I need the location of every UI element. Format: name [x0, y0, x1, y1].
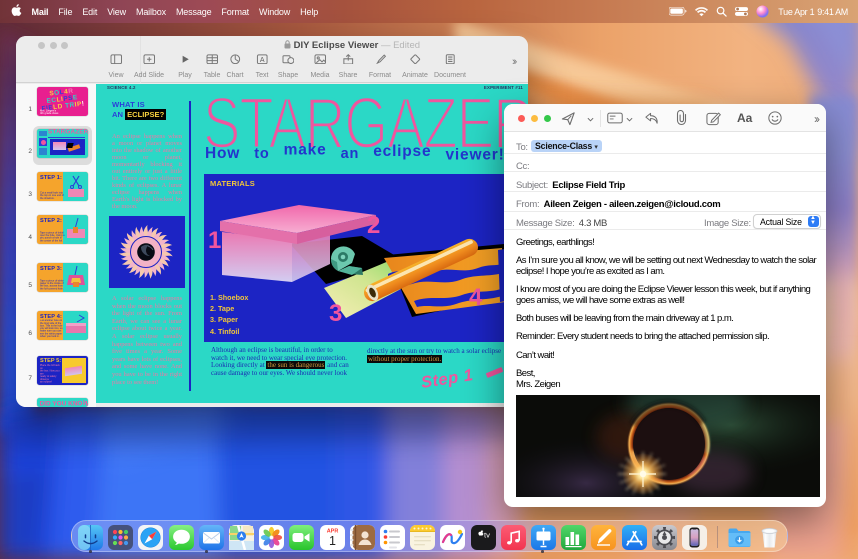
- svg-text:A: A: [260, 56, 265, 63]
- svg-text:STARGAZER: STARGAZER: [203, 84, 528, 152]
- svg-text:tv: tv: [484, 530, 490, 539]
- svg-text:1: 1: [329, 534, 336, 548]
